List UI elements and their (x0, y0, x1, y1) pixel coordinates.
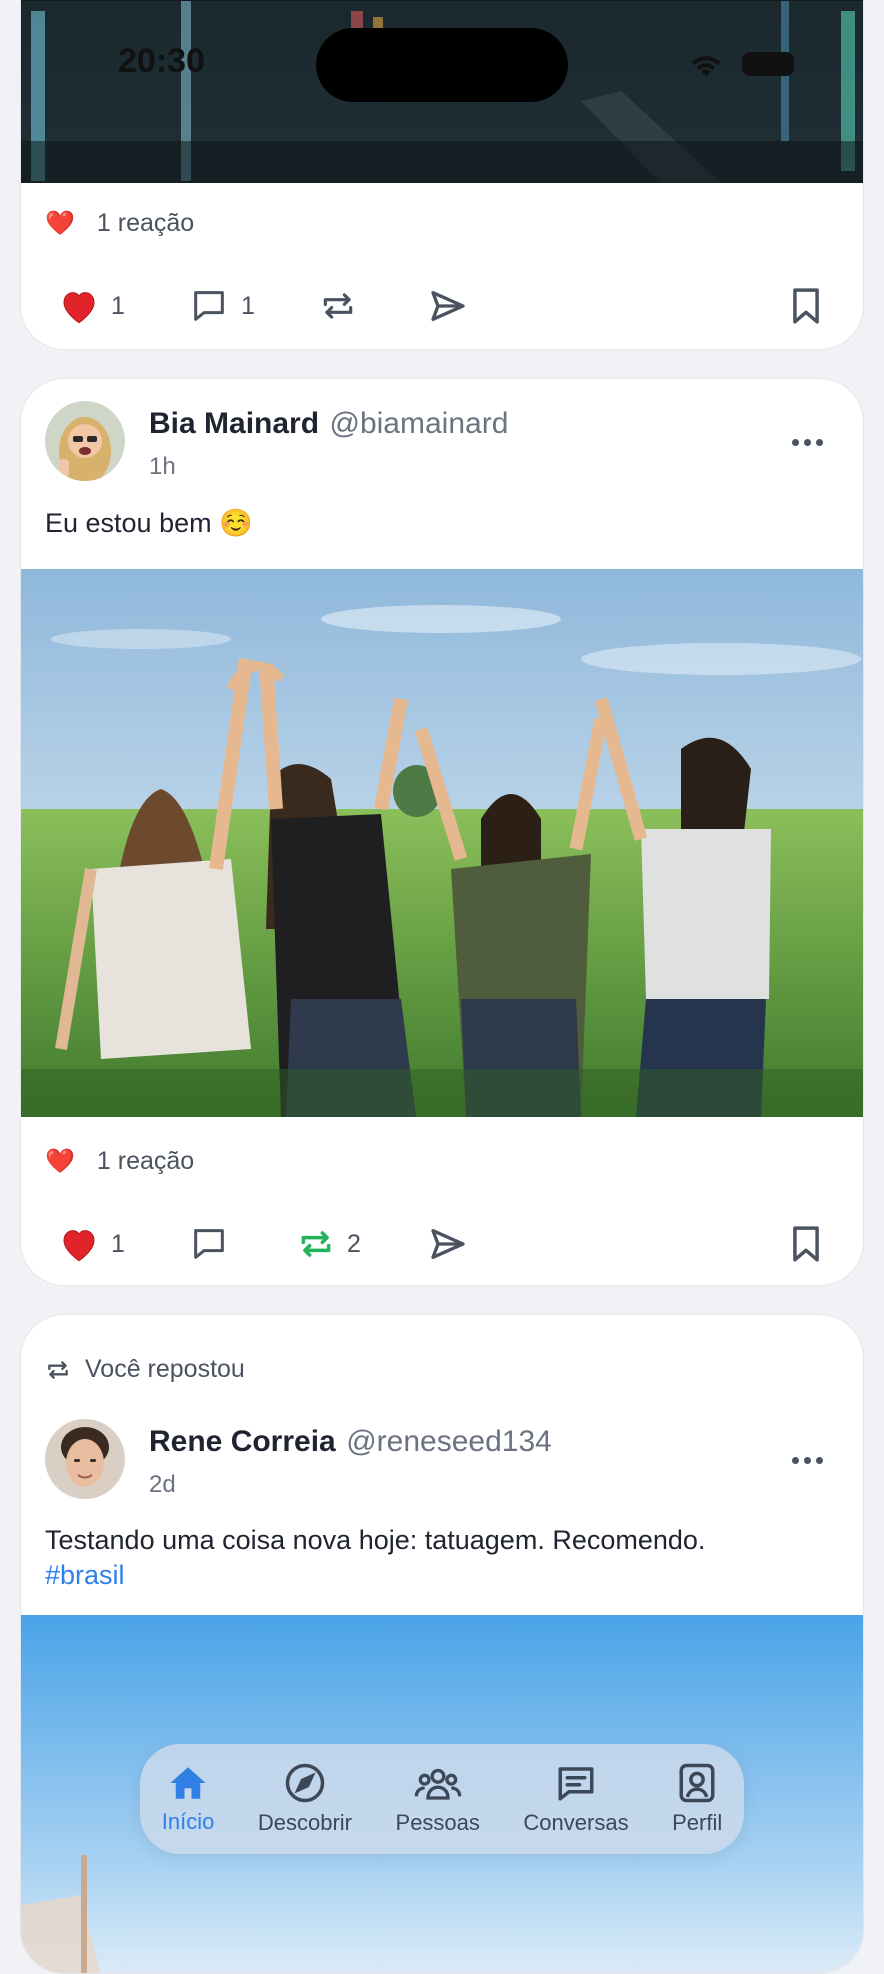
tab-conversas[interactable]: Conversas (523, 1762, 629, 1836)
post-image[interactable] (21, 569, 863, 1117)
post-time: 1h (149, 453, 176, 480)
tab-label: Perfil (672, 1810, 723, 1835)
repost-count: 2 (347, 1229, 361, 1258)
tab-pessoas[interactable]: Pessoas (396, 1762, 480, 1836)
bookmark-button[interactable] (789, 287, 823, 325)
share-button[interactable] (427, 286, 469, 326)
bookmark-icon (793, 288, 819, 324)
post-time: 2d (149, 1471, 176, 1498)
profile-icon (679, 1763, 715, 1803)
send-icon (431, 291, 465, 321)
comment-button[interactable] (189, 1224, 297, 1264)
comment-count: 1 (241, 291, 255, 320)
avatar[interactable] (45, 401, 125, 481)
author-handle[interactable]: @reneseed134 (346, 1425, 552, 1458)
heart-emoji-icon: ❤️ (45, 210, 75, 237)
comment-icon (194, 291, 224, 321)
bookmark-button[interactable] (789, 1225, 823, 1263)
like-count: 1 (111, 1229, 125, 1258)
post-card: Você repostou Rene Correia @reneseed134 … (20, 1314, 864, 1974)
more-dots-icon (792, 439, 799, 446)
heart-icon (63, 292, 95, 324)
like-button[interactable]: 1 (59, 287, 189, 325)
repost-icon (301, 1231, 331, 1257)
heart-icon (63, 1230, 95, 1262)
like-count: 1 (111, 291, 125, 320)
hashtag-link[interactable]: #brasil (45, 1560, 125, 1590)
more-options-button[interactable] (792, 1457, 823, 1464)
heart-emoji-icon: ❤️ (45, 1148, 75, 1175)
home-icon (170, 1767, 206, 1799)
send-icon (431, 1229, 465, 1259)
post-card: ❤️ 1 reação 1 1 (20, 0, 864, 350)
repost-label: Você repostou (85, 1355, 245, 1383)
repost-icon (48, 1360, 68, 1379)
post-card: Bia Mainard @biamainard 1h Eu estou bem … (20, 378, 864, 1286)
tab-label: Descobrir (257, 1810, 352, 1835)
bookmark-icon (793, 1226, 819, 1262)
tab-label: Conversas (523, 1810, 629, 1835)
bottom-tab-bar: Início Descobrir Pessoas Conversas Perfi… (140, 1744, 744, 1854)
post-text-body: Testando uma coisa nova hoje: tatuagem. … (45, 1525, 706, 1555)
like-button[interactable]: 1 (59, 1225, 189, 1263)
tab-descobrir[interactable]: Descobrir (258, 1762, 352, 1836)
tab-label: Pessoas (395, 1810, 480, 1835)
post-text: Eu estou bem ☺️ (45, 508, 253, 538)
people-icon (414, 1768, 462, 1800)
author-name[interactable]: Rene Correia (149, 1425, 336, 1458)
author-name[interactable]: Bia Mainard (149, 407, 319, 440)
comment-icon (194, 1229, 224, 1259)
tab-inicio[interactable]: Início (161, 1763, 215, 1835)
repost-indicator: Você repostou (45, 1355, 245, 1384)
repost-button[interactable]: 2 (297, 1225, 427, 1263)
tab-perfil[interactable]: Perfil (672, 1762, 722, 1836)
post-text: Testando uma coisa nova hoje: tatuagem. … (45, 1523, 839, 1593)
compass-icon (285, 1763, 325, 1803)
tab-label: Início (161, 1809, 215, 1834)
avatar[interactable] (45, 1419, 125, 1499)
reaction-summary[interactable]: 1 reação (97, 209, 194, 238)
post-image[interactable] (21, 0, 863, 183)
repost-button[interactable] (319, 287, 427, 325)
share-button[interactable] (427, 1224, 469, 1264)
more-dots-icon (792, 1457, 799, 1464)
comment-button[interactable]: 1 (189, 286, 319, 326)
chat-icon (558, 1767, 594, 1801)
author-handle[interactable]: @biamainard (330, 407, 509, 440)
repost-icon (323, 293, 353, 319)
reaction-summary[interactable]: 1 reação (97, 1147, 194, 1176)
more-options-button[interactable] (792, 439, 823, 446)
